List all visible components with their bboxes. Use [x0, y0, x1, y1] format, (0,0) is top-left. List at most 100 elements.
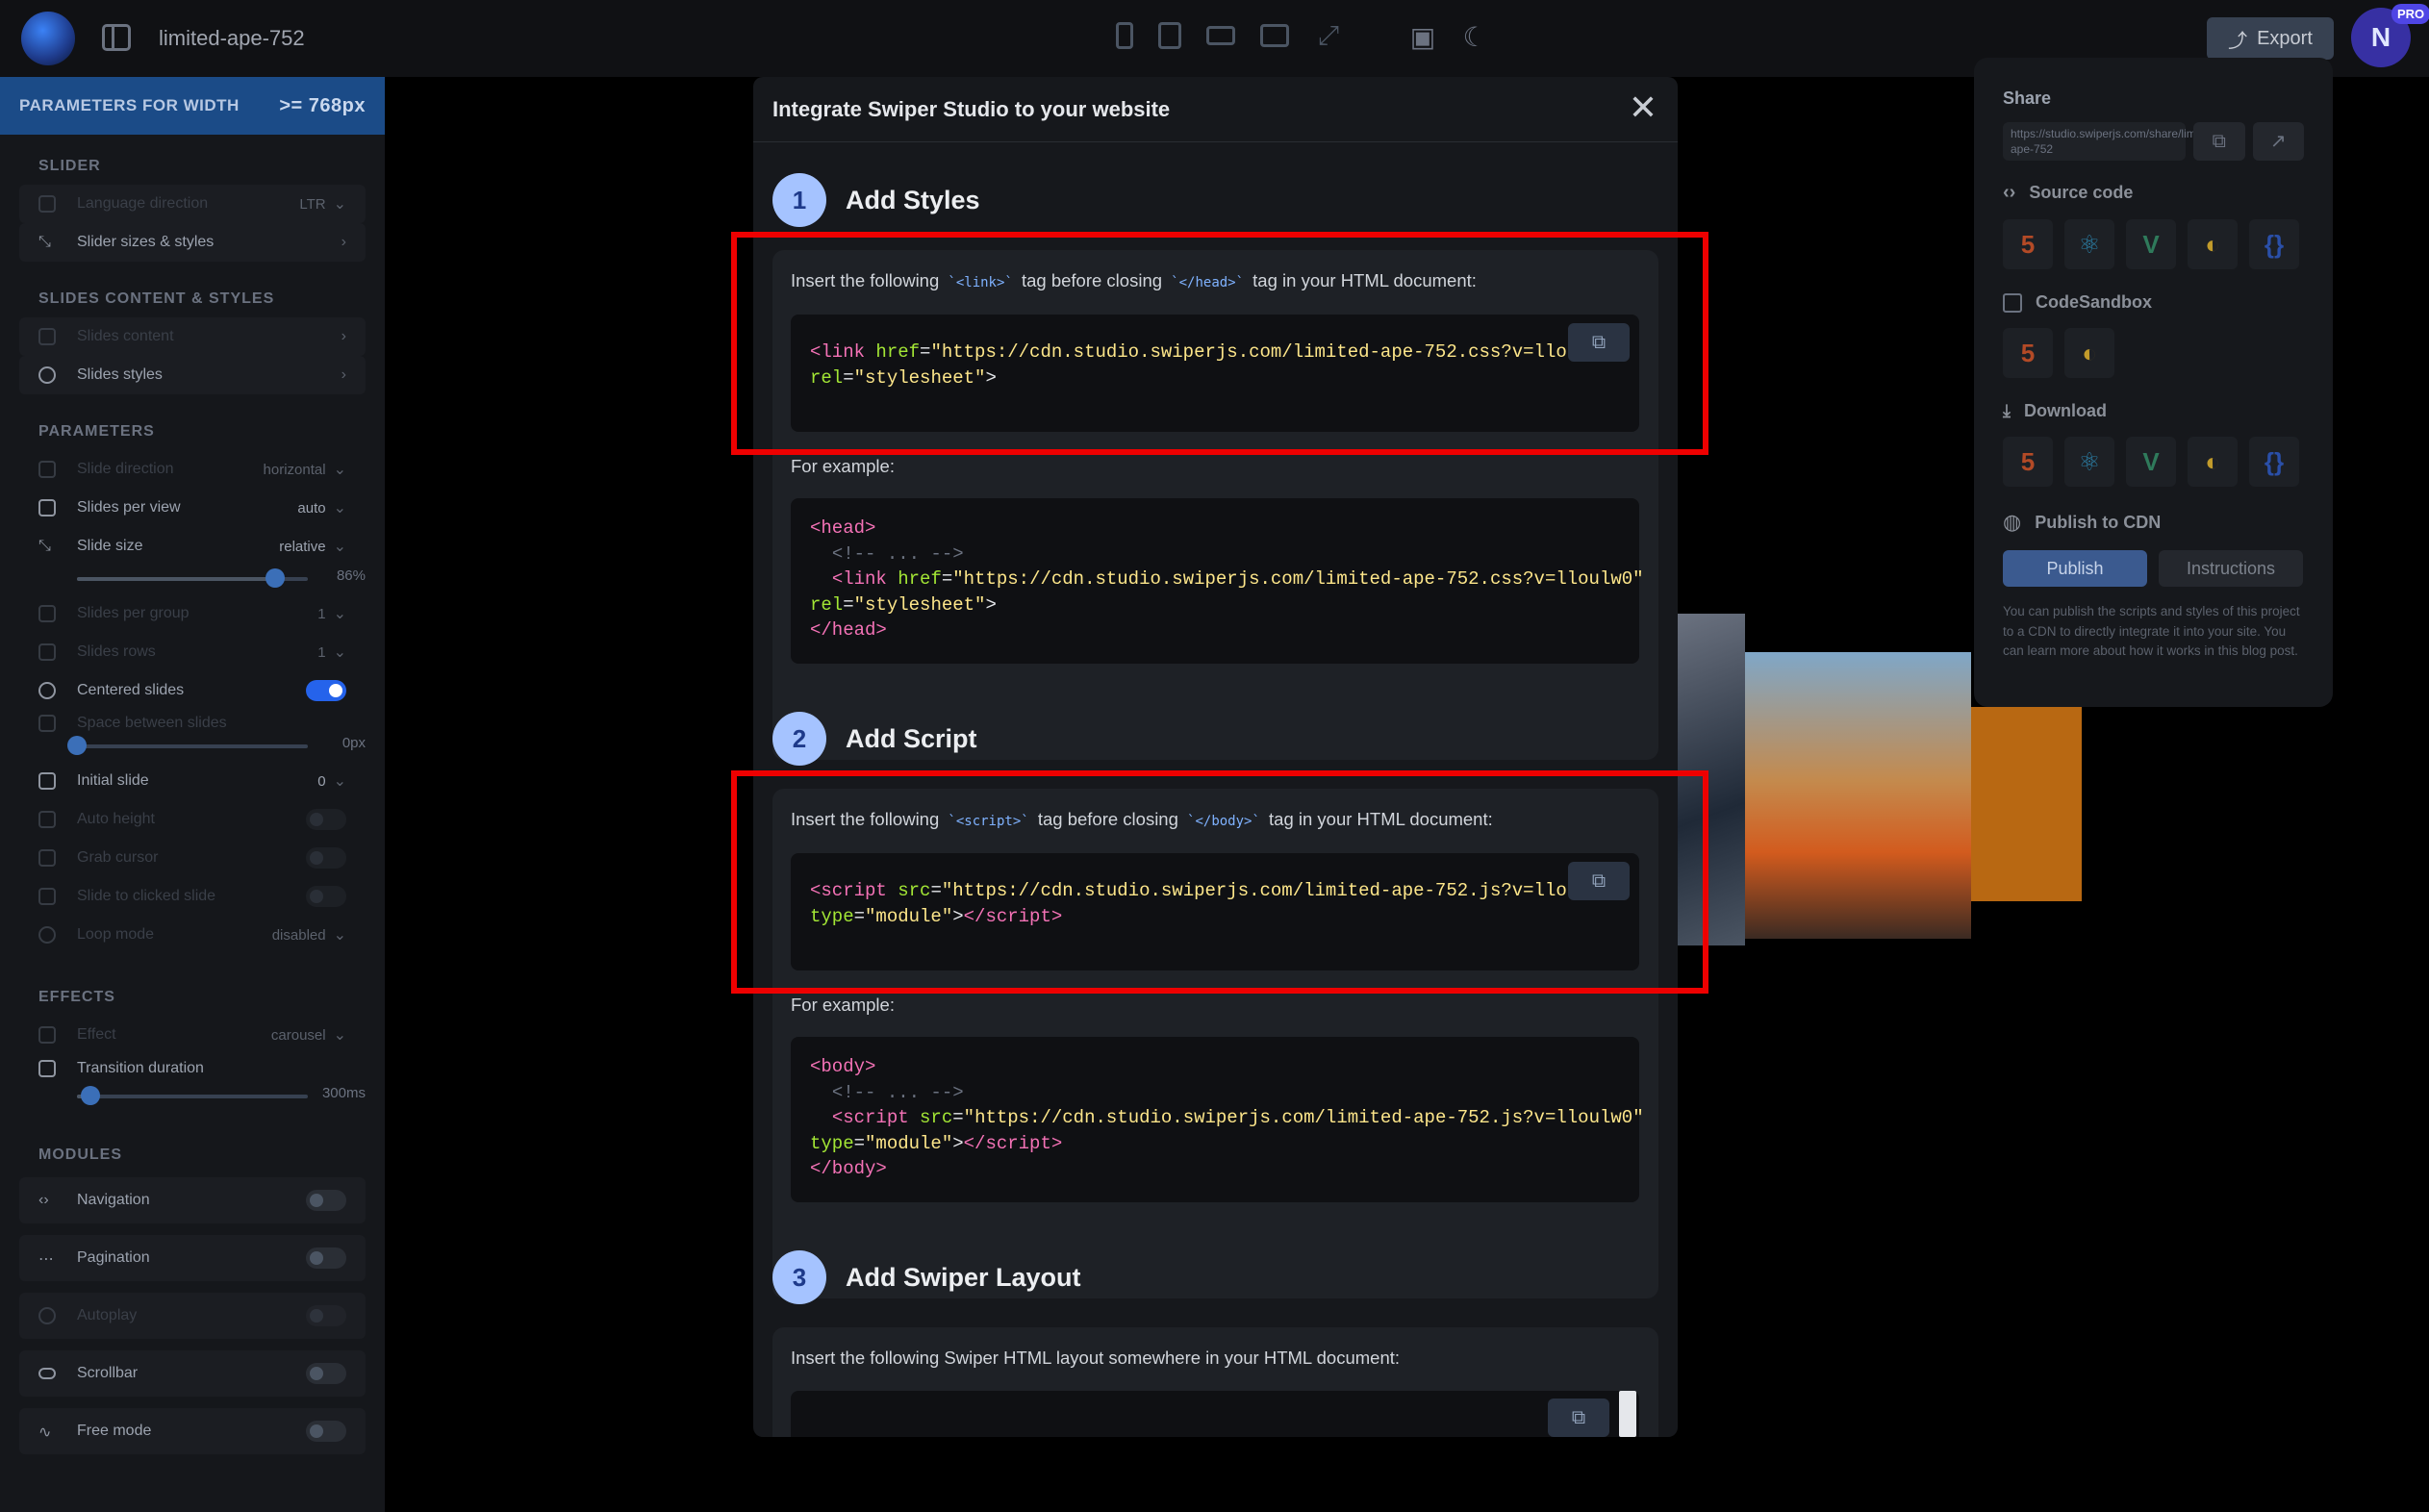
centered-slides-row[interactable]: Centered slides [19, 671, 366, 710]
chevron-down-icon: ⌄ [333, 539, 346, 555]
transition-duration-handle[interactable] [81, 1086, 101, 1105]
slide-size-slider[interactable]: 86% [77, 567, 366, 588]
space-between-value: 0px [342, 735, 366, 751]
slide-size-handle[interactable] [266, 568, 286, 588]
slides-rows-row[interactable]: Slides rows 1 ⌄ [19, 633, 366, 671]
centered-slides-toggle[interactable] [306, 680, 346, 701]
vue-icon[interactable]: V [2126, 219, 2176, 269]
dots-icon: ⋯ [38, 1251, 54, 1268]
instructions-button[interactable]: Instructions [2159, 550, 2303, 587]
transition-duration-slider[interactable]: 300ms [77, 1085, 366, 1105]
slide-to-clicked-toggle[interactable] [306, 886, 346, 907]
copy-icon[interactable]: ⧉ [2193, 122, 2245, 161]
parameters-header-label: PARAMETERS FOR WIDTH [19, 96, 240, 114]
navigation-row[interactable]: ‹› Navigation [19, 1177, 366, 1223]
react-icon[interactable]: ⚛ [2064, 219, 2114, 269]
step-2-header: 2 Add Script [772, 712, 977, 766]
section-modules: MODULES [38, 1147, 122, 1163]
initial-slide-icon [38, 772, 56, 790]
slides-per-view-row[interactable]: Slides per view auto ⌄ [19, 489, 366, 527]
step-1-example-code: <head> <!-- ... --> <link href="https://… [791, 498, 1644, 664]
desktop-icon[interactable] [1260, 24, 1289, 47]
scrollbar-toggle[interactable] [306, 1363, 346, 1384]
pagination-toggle[interactable] [306, 1247, 346, 1269]
share-url[interactable]: https://studio.swiperjs.com/share/limite… [2003, 122, 2218, 161]
slide-image-orange[interactable] [1971, 707, 2082, 901]
hand-icon [38, 849, 56, 867]
solid-icon[interactable]: ◐ [2188, 437, 2238, 487]
step-1-header: 1 Add Styles [772, 173, 980, 227]
free-mode-toggle[interactable] [306, 1421, 346, 1442]
breakpoint-value[interactable]: >= 768px [279, 95, 366, 117]
project-name[interactable]: limited-ape-752 [159, 26, 305, 51]
close-icon[interactable]: ✕ [1626, 90, 1660, 126]
effect-row[interactable]: Effect carousel ⌄ [19, 1016, 366, 1054]
initial-slide-row[interactable]: Initial slide 0 ⌄ [19, 762, 366, 800]
slide-size-row[interactable]: ⤡ Slide size relative ⌄ [19, 527, 366, 566]
slides-per-group-row[interactable]: Slides per group 1 ⌄ [19, 594, 366, 633]
grab-cursor-toggle[interactable] [306, 847, 346, 869]
grab-cursor-row[interactable]: Grab cursor [19, 839, 366, 877]
publish-button[interactable]: Publish [2003, 550, 2147, 587]
tablet-icon[interactable] [1158, 22, 1181, 49]
slide-to-clicked-row[interactable]: Slide to clicked slide [19, 877, 366, 916]
toggle-sidebar-icon[interactable] [102, 24, 131, 51]
highlight-styles-snippet [731, 232, 1708, 455]
slide-size-percent: 86% [336, 567, 366, 584]
html5-icon[interactable]: 5 [2003, 328, 2053, 378]
language-direction-row[interactable]: Language direction LTR ⌄ [19, 185, 366, 223]
fullscreen-icon[interactable]: ⤢ [1314, 21, 1343, 50]
code-scrollbar[interactable] [1619, 1391, 1636, 1437]
swiper-logo[interactable] [21, 12, 75, 65]
step-3-code-block[interactable] [791, 1391, 1639, 1437]
dark-mode-icon[interactable]: ☾ [1460, 23, 1489, 52]
auto-height-toggle[interactable] [306, 809, 346, 830]
play-icon [38, 1307, 56, 1324]
chevron-down-icon: ⌄ [333, 462, 346, 478]
html5-icon[interactable]: 5 [2003, 437, 2053, 487]
preview-icon[interactable]: ▣ [1408, 23, 1437, 52]
publish-note: You can publish the scripts and styles o… [2003, 604, 2300, 658]
cursor-icon [38, 888, 56, 905]
globe-icon [38, 195, 56, 213]
scrollbar-row[interactable]: Scrollbar [19, 1350, 366, 1397]
phone-icon[interactable] [1116, 22, 1133, 49]
vue-icon[interactable]: V [2126, 437, 2176, 487]
space-between-handle[interactable] [67, 736, 87, 755]
slide-image-city[interactable] [1745, 652, 1971, 939]
codesandbox-frameworks: 5 ◐ [2003, 328, 2304, 378]
solid-icon[interactable]: ◐ [2064, 328, 2114, 378]
chevron-down-icon: ⌄ [333, 773, 346, 790]
laptop-icon[interactable] [1206, 26, 1235, 45]
slide-direction-row[interactable]: Slide direction horizontal ⌄ [19, 450, 366, 489]
download-icon: ⤓ [2003, 401, 2011, 420]
slides-content-row[interactable]: Slides content › [19, 317, 366, 356]
export-button[interactable]: ⤴ Export [2207, 17, 2334, 60]
auto-height-row[interactable]: Auto height [19, 800, 366, 839]
space-between-row: Space between slides [19, 710, 366, 737]
space-between-slider[interactable]: 0px [67, 735, 366, 755]
html5-icon[interactable]: 5 [2003, 219, 2053, 269]
json-icon[interactable]: {} [2249, 219, 2299, 269]
loop-mode-row[interactable]: Loop mode disabled ⌄ [19, 916, 366, 954]
json-icon[interactable]: {} [2249, 437, 2299, 487]
share-icon: ⤴ [2228, 30, 2248, 52]
slider-sizes-row[interactable]: ⤡ Slider sizes & styles › [19, 223, 366, 262]
source-code-label: ‹› Source code [2003, 182, 2134, 203]
solid-icon[interactable]: ◐ [2188, 219, 2238, 269]
autoplay-toggle[interactable] [306, 1305, 346, 1326]
navigation-toggle[interactable] [306, 1190, 346, 1211]
parameters-header: PARAMETERS FOR WIDTH >= 768px [0, 77, 385, 135]
section-slides-content: SLIDES CONTENT & STYLES [38, 290, 275, 307]
codesandbox-label: CodeSandbox [2003, 292, 2304, 313]
wave-icon: ∿ [38, 1424, 52, 1441]
copy-icon[interactable]: ⧉ [1548, 1399, 1609, 1437]
free-mode-row[interactable]: ∿ Free mode [19, 1408, 366, 1454]
pagination-row[interactable]: ⋯ Pagination [19, 1235, 366, 1281]
export-label: Export [2257, 27, 2313, 49]
react-icon[interactable]: ⚛ [2064, 437, 2114, 487]
external-link-icon[interactable]: ↗ [2252, 122, 2304, 161]
slides-styles-row[interactable]: Slides styles › [19, 356, 366, 394]
autoplay-row[interactable]: Autoplay [19, 1293, 366, 1339]
download-frameworks: 5 ⚛ V ◐ {} [2003, 437, 2304, 487]
